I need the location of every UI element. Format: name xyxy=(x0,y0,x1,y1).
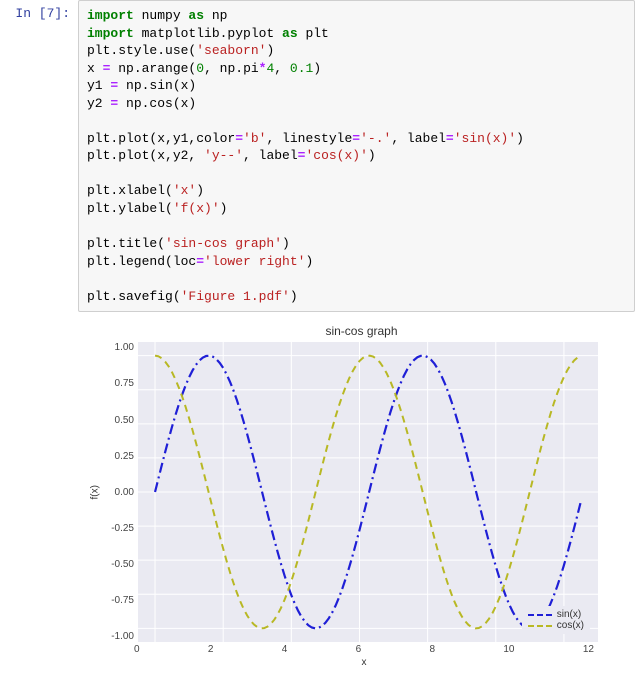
chart-title: sin-cos graph xyxy=(88,324,635,338)
chart-ylabel: f(x) xyxy=(90,485,101,499)
chart-legend: sin(x) cos(x) xyxy=(522,606,590,634)
chart-xticks: 024681012 xyxy=(134,642,594,655)
legend-swatch-sin xyxy=(528,614,552,616)
chart-yticks: 1.000.750.500.250.00-0.25-0.50-0.75-1.00 xyxy=(102,342,138,642)
legend-item-sin: sin(x) xyxy=(528,609,584,620)
legend-swatch-cos xyxy=(528,625,552,627)
chart-svg xyxy=(138,342,598,642)
code-input[interactable]: import numpy as np import matplotlib.pyp… xyxy=(78,0,635,312)
chart-plot-area: sin(x) cos(x) xyxy=(138,342,598,642)
legend-item-cos: cos(x) xyxy=(528,620,584,631)
code-cell: In [7]: import numpy as np import matplo… xyxy=(0,0,641,312)
chart-xlabel: x xyxy=(134,657,594,668)
cell-output: sin-cos graph f(x) 1.000.750.500.250.00-… xyxy=(78,312,641,674)
input-prompt: In [7]: xyxy=(0,0,78,27)
legend-label-sin: sin(x) xyxy=(557,609,581,620)
legend-label-cos: cos(x) xyxy=(557,620,584,631)
